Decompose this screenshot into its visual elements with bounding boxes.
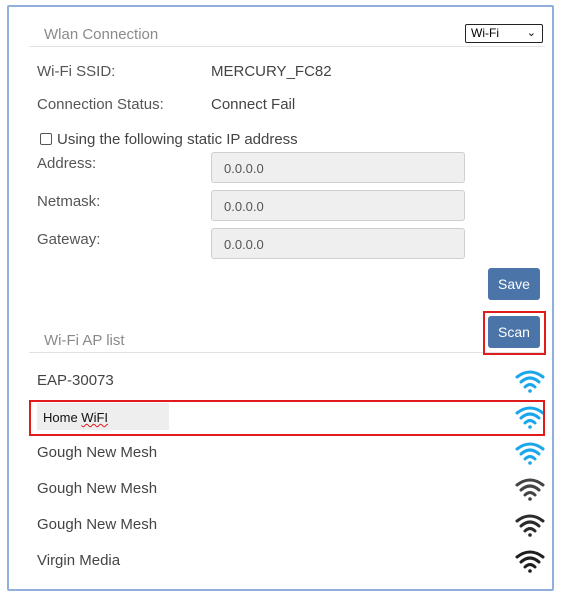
wifi-signal-icon	[515, 514, 545, 537]
wifi-dot	[528, 497, 532, 501]
wifi-arc-middle	[519, 556, 541, 564]
netmask-label: Netmask:	[37, 193, 101, 210]
wlan-settings-panel: Wlan Connection Wi-Fi ⌄ Wi-Fi SSID: MERC…	[7, 5, 554, 591]
wifi-arc-outer	[515, 442, 545, 451]
wifi-arc-middle	[519, 448, 541, 456]
wifi-signal-icon	[515, 370, 545, 393]
wlan-mode-select[interactable]: Wi-Fi ⌄	[465, 24, 543, 43]
ap-list-item[interactable]: Virgin Media	[29, 543, 545, 579]
netmask-input[interactable]: 0.0.0.0	[211, 190, 465, 221]
wlan-connection-header: Wlan Connection Wi-Fi ⌄	[29, 19, 545, 47]
ap-name: EAP-30073	[37, 372, 114, 389]
ap-name: Gough New Mesh	[37, 444, 158, 461]
ap-list-item[interactable]: EAP-30073	[29, 363, 545, 399]
wifi-dot	[528, 533, 532, 537]
wifi-signal-icon	[515, 550, 545, 573]
scan-highlight-box	[483, 311, 546, 355]
static-ip-checkbox[interactable]	[40, 133, 52, 145]
ssid-value: MERCURY_FC82	[211, 63, 332, 80]
gateway-label: Gateway:	[37, 231, 101, 248]
ap-list-item[interactable]: Gough New Mesh	[29, 471, 545, 507]
wifi-arc-middle	[519, 520, 541, 528]
connection-status-value: Connect Fail	[211, 96, 296, 113]
chevron-down-icon: ⌄	[526, 27, 536, 39]
home-wifi-highlight-box	[29, 400, 545, 436]
ap-list-item[interactable]: Gough New Mesh	[29, 435, 545, 471]
connection-status-label: Connection Status:	[37, 96, 164, 113]
wifi-arc-outer	[515, 370, 545, 379]
wifi-arc-middle	[519, 484, 541, 492]
save-button[interactable]: Save	[488, 268, 540, 300]
wifi-arc-inner	[523, 455, 537, 461]
address-input[interactable]: 0.0.0.0	[211, 152, 465, 183]
wifi-dot	[528, 461, 532, 465]
ap-list-title: Wi-Fi AP list	[44, 332, 125, 349]
wifi-arc-outer	[515, 514, 545, 523]
wifi-arc-middle	[519, 376, 541, 384]
ap-list-item[interactable]: Gough New Mesh	[29, 507, 545, 543]
wlan-mode-value: Wi-Fi	[471, 26, 499, 40]
wifi-dot	[528, 389, 532, 393]
wlan-connection-title: Wlan Connection	[44, 26, 159, 43]
wifi-arc-inner	[523, 527, 537, 533]
gateway-input[interactable]: 0.0.0.0	[211, 228, 465, 259]
wifi-signal-icon	[515, 478, 545, 501]
ap-name: Gough New Mesh	[37, 480, 158, 497]
address-label: Address:	[37, 155, 97, 172]
static-ip-option[interactable]: Using the following static IP address	[37, 131, 298, 148]
ap-name: Gough New Mesh	[37, 516, 158, 533]
wifi-dot	[528, 569, 532, 573]
wifi-arc-inner	[523, 491, 537, 497]
static-ip-label: Using the following static IP address	[57, 131, 298, 148]
wifi-arc-inner	[523, 383, 537, 389]
wifi-signal-icon	[515, 442, 545, 465]
wifi-arc-outer	[515, 550, 545, 559]
ap-name: Virgin Media	[37, 552, 121, 569]
wifi-arc-outer	[515, 478, 545, 487]
wifi-arc-inner	[523, 563, 537, 569]
ssid-label: Wi-Fi SSID:	[37, 63, 116, 80]
ap-list-header: Wi-Fi AP list	[29, 325, 545, 353]
